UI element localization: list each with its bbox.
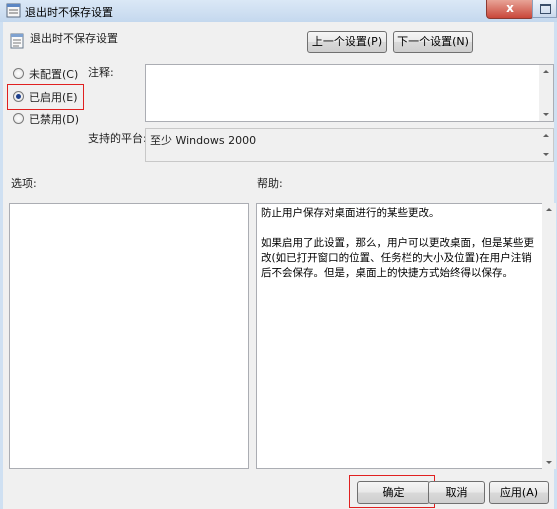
comment-label: 注释: bbox=[88, 66, 114, 79]
setting-document-icon bbox=[10, 33, 24, 49]
scroll-up-icon[interactable] bbox=[543, 70, 549, 73]
close-button[interactable]: x bbox=[486, 0, 534, 19]
options-label: 选项: bbox=[11, 177, 37, 190]
radio-label: 已禁用(D) bbox=[29, 113, 80, 126]
next-setting-button[interactable]: 下一个设置(N) bbox=[393, 31, 473, 53]
radio-enabled[interactable]: 已启用(E) bbox=[13, 89, 83, 105]
comment-scrollbar[interactable] bbox=[539, 65, 553, 121]
radio-label: 未配置(C) bbox=[29, 68, 79, 81]
cancel-button[interactable]: 取消 bbox=[428, 481, 485, 504]
radio-disabled[interactable]: 已禁用(D) bbox=[13, 111, 93, 127]
radio-label: 已启用(E) bbox=[29, 91, 78, 104]
radio-circle[interactable] bbox=[13, 68, 24, 79]
help-paragraph: 防止用户保存对桌面进行的某些更改。 bbox=[261, 207, 440, 219]
help-label: 帮助: bbox=[257, 177, 283, 190]
scroll-up-icon[interactable] bbox=[543, 134, 549, 137]
comment-textarea[interactable] bbox=[145, 64, 554, 122]
scroll-down-icon[interactable] bbox=[546, 461, 552, 464]
title-bar[interactable]: 退出时不保存设置 x bbox=[0, 0, 557, 22]
window-title: 退出时不保存设置 bbox=[25, 6, 113, 19]
help-paragraph: 如果启用了此设置，那么，用户可以更改桌面，但是某些更改(如已打开窗口的位置、任务… bbox=[261, 237, 534, 279]
setting-title: 退出时不保存设置 bbox=[30, 32, 118, 45]
platform-value: 至少 Windows 2000 bbox=[150, 134, 257, 147]
close-icon: x bbox=[506, 1, 514, 15]
ok-button[interactable]: 确定 bbox=[357, 481, 430, 504]
scroll-down-icon[interactable] bbox=[543, 113, 549, 116]
help-text: 防止用户保存对桌面进行的某些更改。 如果启用了此设置，那么，用户可以更改桌面，但… bbox=[257, 204, 542, 298]
platform-label: 支持的平台: bbox=[88, 132, 147, 145]
apply-button[interactable]: 应用(A) bbox=[489, 481, 549, 504]
scroll-down-icon[interactable] bbox=[543, 153, 549, 156]
radio-circle[interactable] bbox=[13, 113, 24, 124]
scroll-up-icon[interactable] bbox=[546, 208, 552, 211]
options-panel[interactable] bbox=[9, 203, 249, 469]
previous-setting-button[interactable]: 上一个设置(P) bbox=[307, 31, 387, 53]
help-scrollbar[interactable] bbox=[542, 203, 556, 469]
help-panel[interactable]: 防止用户保存对桌面进行的某些更改。 如果启用了此设置，那么，用户可以更改桌面，但… bbox=[256, 203, 543, 469]
maximize-button[interactable] bbox=[532, 0, 557, 18]
radio-not-configured[interactable]: 未配置(C) bbox=[13, 66, 93, 82]
radio-circle-checked[interactable] bbox=[13, 91, 24, 102]
platform-field: 至少 Windows 2000 bbox=[145, 128, 554, 162]
platform-scrollbar[interactable] bbox=[539, 129, 553, 161]
policy-window-icon bbox=[6, 3, 21, 18]
